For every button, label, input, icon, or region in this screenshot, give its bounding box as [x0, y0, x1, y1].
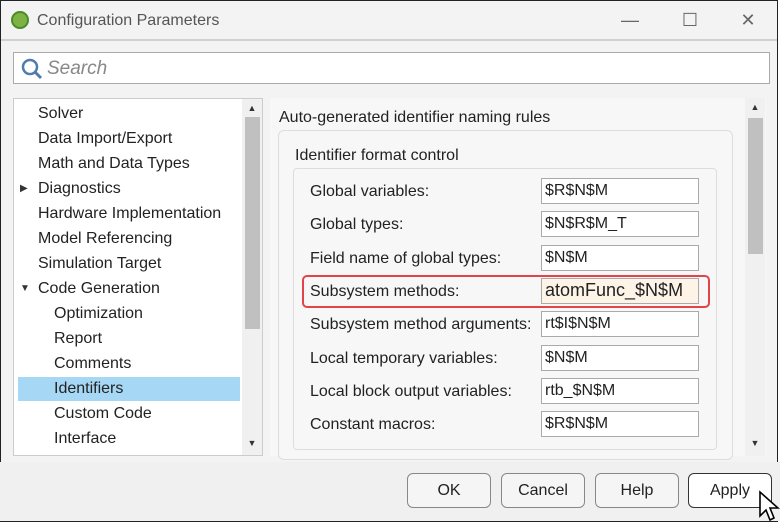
tree-item[interactable]: Math and Data Types [18, 152, 240, 176]
field-input[interactable]: $N$R$M_T [541, 211, 699, 238]
tree-item-label: Diagnostics [38, 180, 121, 197]
search-icon [21, 58, 43, 80]
field-input[interactable]: rtb_$N$M [541, 377, 699, 404]
tree-item[interactable]: ▶ Diagnostics [18, 177, 240, 201]
ok-button[interactable]: OK [407, 473, 491, 508]
group-title: Identifier format control [295, 147, 459, 164]
field-label: Global variables: [310, 183, 430, 200]
scroll-up-icon[interactable]: ▲ [243, 103, 261, 113]
tree-item[interactable]: Solver [18, 102, 240, 126]
identifier-format-group [293, 168, 717, 450]
field-input[interactable]: $N$M [541, 244, 699, 271]
tree-scroll-thumb[interactable] [245, 117, 260, 329]
expand-right-icon[interactable]: ▶ [20, 177, 28, 201]
tree-item[interactable]: Simulation Target [18, 252, 240, 276]
cancel-button[interactable]: Cancel [501, 473, 585, 508]
tree-item-label: Solver [38, 105, 84, 122]
expand-down-icon[interactable]: ▼ [20, 277, 30, 301]
field-input[interactable]: rt$I$N$M [541, 311, 699, 338]
field-input[interactable]: $N$M [541, 344, 699, 371]
field-label: Constant macros: [310, 416, 436, 434]
search-input[interactable]: Search [13, 52, 770, 84]
help-button[interactable]: Help [595, 473, 679, 508]
tree-item[interactable]: Optimization [18, 302, 240, 326]
field-label: Subsystem method arguments: [310, 316, 532, 334]
field-label: Field name of global types: [310, 249, 502, 267]
simulink-gear-icon [11, 11, 29, 29]
tree-item[interactable]: Hardware Implementation [18, 202, 240, 226]
tree-item-label: Report [54, 330, 103, 347]
close-icon[interactable]: ✕ [733, 7, 763, 33]
panel-scroll-thumb[interactable] [748, 118, 763, 254]
tree-item[interactable]: Data Import/Export [18, 127, 240, 151]
maximize-icon[interactable]: ☐ [675, 7, 705, 33]
tree-item[interactable]: Report [18, 327, 240, 351]
scroll-up-icon[interactable]: ▲ [746, 102, 764, 112]
tree-item-label: Comments [54, 355, 132, 372]
field-input[interactable]: $R$N$M [541, 411, 699, 438]
search-placeholder: Search [47, 58, 108, 79]
tree-item-label: Identifiers [54, 380, 124, 397]
window-title: Configuration Parameters [37, 12, 220, 29]
field-label: Local temporary variables: [310, 349, 498, 367]
tree-item-label: Model Referencing [38, 230, 173, 247]
tree-item[interactable]: ▼ Code Generation [18, 277, 240, 301]
tree-item-label: Interface [54, 430, 117, 447]
scroll-down-icon[interactable]: ▼ [243, 438, 261, 448]
field-label: Local block output variables: [310, 382, 512, 400]
tree-item[interactable]: Custom Code [18, 402, 240, 426]
tree-item[interactable]: Interface [18, 427, 240, 451]
tree-item[interactable]: Model Referencing [18, 227, 240, 251]
tree-item-label: Simulation Target [38, 255, 162, 272]
scroll-down-icon[interactable]: ▼ [746, 438, 764, 448]
tree-item[interactable]: Identifiers [18, 377, 240, 401]
tree-item-label: Hardware Implementation [38, 205, 222, 222]
section-title: Auto-generated identifier naming rules [279, 109, 551, 126]
tree-item[interactable]: Comments [18, 352, 240, 376]
tree-item-label: Custom Code [54, 405, 152, 422]
minimize-icon[interactable]: — [615, 7, 645, 33]
highlight-box [302, 275, 710, 308]
field-label: Global types: [310, 216, 404, 234]
tree-item-label: Optimization [54, 305, 143, 322]
field-input[interactable]: $R$N$M [541, 178, 699, 204]
title-bar: Configuration Parameters — ☐ ✕ [1, 1, 777, 41]
category-tree: ▲ ▼ Solver Data Import/Export Math and Dat… [13, 98, 263, 456]
tree-item-label: Math and Data Types [38, 155, 190, 172]
tree-item-label: Data Import/Export [38, 130, 173, 147]
tree-item-label: Code Generation [38, 280, 160, 297]
mouse-cursor-icon [759, 490, 780, 522]
